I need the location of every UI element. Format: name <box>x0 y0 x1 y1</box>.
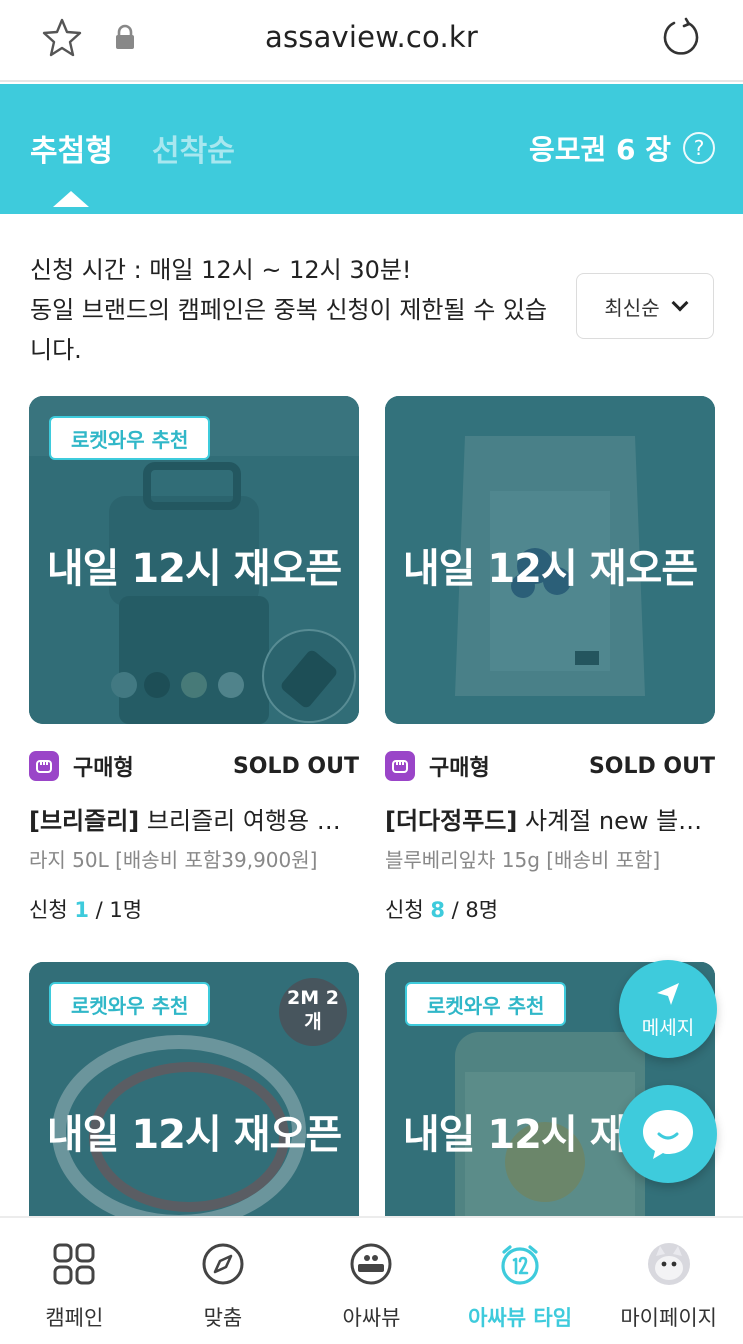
total-count: / 1명 <box>95 898 143 922</box>
url-text[interactable]: assaview.co.kr <box>0 20 743 54</box>
product-name: 사계절 new 블루베리잎차 <box>524 807 715 835</box>
total-count: / 8명 <box>451 898 499 922</box>
tab-first-come[interactable]: 선착순 <box>152 126 235 170</box>
sort-label: 최신순 <box>604 295 660 320</box>
sort-dropdown[interactable]: 최신순 <box>576 273 714 339</box>
recommend-badge: 로켓와우 추천 <box>405 982 567 1026</box>
notice-text: 신청 시간 : 매일 12시 ~ 12시 30분! 동일 브랜드의 캠페인은 중… <box>30 250 550 370</box>
notice-line-1: 신청 시간 : 매일 12시 ~ 12시 30분! <box>30 256 412 284</box>
send-icon <box>657 982 679 1005</box>
nav-label: 마이페이지 <box>620 1306 717 1330</box>
grid-icon <box>50 1240 98 1288</box>
notice-line-2: 동일 브랜드의 캠페인은 중복 신청이 제한될 수 있습니다. <box>30 296 548 364</box>
compass-icon <box>199 1240 247 1288</box>
chat-button[interactable] <box>619 1085 717 1183</box>
tab-lottery[interactable]: 추첨형 <box>30 126 113 170</box>
brand-name: [더다정푸드] <box>385 807 518 835</box>
nav-label: 아싸뷰 <box>342 1306 401 1330</box>
applied-count: 1 <box>74 898 89 922</box>
apply-prefix: 신청 <box>385 898 424 922</box>
status-badge: SOLD OUT <box>232 753 359 779</box>
reload-icon[interactable] <box>660 16 702 58</box>
entry-tickets[interactable]: 응모권 6 장 ? <box>529 128 715 168</box>
nav-label: 맞춤 <box>203 1306 243 1330</box>
card-type-row: 구매형 SOLD OUT <box>385 751 715 781</box>
brand-name: [브리즐리] <box>29 807 140 835</box>
campaign-thumbnail[interactable]: 로켓와우 추천 내일 12시 재오픈 <box>29 396 359 724</box>
campaign-title[interactable]: [더다정푸드] 사계절 new 블루베리잎차 <box>385 801 715 836</box>
view-logo-icon <box>347 1240 395 1288</box>
active-tab-indicator <box>53 191 89 207</box>
campaign-thumbnail[interactable]: 로켓와우 추천 2M 2개 내일 12시 재오픈 <box>29 962 359 1216</box>
nav-item-custom[interactable]: 맞춤 <box>149 1218 298 1344</box>
apply-count: 신청 8 / 8명 <box>385 894 498 924</box>
chevron-down-icon <box>671 294 689 312</box>
tickets-label: 응모권 6 장 <box>528 133 671 166</box>
reopen-text: 내일 12시 재오픈 <box>402 546 698 592</box>
nav-label: 아싸뷰 타임 <box>468 1306 573 1330</box>
recommend-badge: 로켓와우 추천 <box>49 982 211 1026</box>
bottom-nav: 캠페인 맞춤 아싸뷰 아싸뷰 타임 마이페이지 <box>0 1216 743 1344</box>
campaign-subtitle: 블루베리잎차 15g [배송비 포함] <box>385 848 661 872</box>
reopen-text: 내일 12시 재오픈 <box>46 1112 342 1158</box>
nav-item-assaview[interactable]: 아싸뷰 <box>297 1218 446 1344</box>
chat-bubble-icon <box>643 1110 693 1159</box>
nav-item-assaview-time[interactable]: 아싸뷰 타임 <box>446 1218 595 1344</box>
applied-count: 8 <box>430 898 445 922</box>
reopen-text: 내일 12시 재오픈 <box>46 546 342 592</box>
purchase-type-icon <box>385 751 415 781</box>
status-badge: SOLD OUT <box>588 753 715 779</box>
message-label: 메세지 <box>641 1016 695 1039</box>
message-button[interactable]: 메세지 <box>619 960 717 1058</box>
apply-count: 신청 1 / 1명 <box>29 894 142 924</box>
purchase-type-icon <box>29 751 59 781</box>
campaign-title[interactable]: [브리즐리] 브리즐리 여행용 캐리어 <box>29 801 359 836</box>
campaign-type: 구매형 <box>429 756 490 781</box>
nav-label: 캠페인 <box>45 1306 104 1330</box>
recommend-badge: 로켓와우 추천 <box>49 416 211 460</box>
campaign-type: 구매형 <box>73 756 134 781</box>
campaign-card[interactable]: 로켓와우 추천 내일 12시 재오픈 구매형 SOLD OUT [브리즐리] 브… <box>29 396 359 926</box>
card-type-row: 구매형 SOLD OUT <box>29 751 359 781</box>
profile-avatar <box>645 1240 693 1288</box>
campaign-card[interactable]: 로켓와우 추천 2M 2개 내일 12시 재오픈 <box>29 962 359 1216</box>
apply-prefix: 신청 <box>29 898 68 922</box>
nav-item-mypage[interactable]: 마이페이지 <box>594 1218 743 1344</box>
campaign-thumbnail[interactable]: 내일 12시 재오픈 <box>385 396 715 724</box>
timer-12-icon <box>496 1240 544 1288</box>
campaign-card[interactable]: 내일 12시 재오픈 구매형 SOLD OUT [더다정푸드] 사계절 new … <box>385 396 715 926</box>
nav-item-campaign[interactable]: 캠페인 <box>0 1218 149 1344</box>
campaign-subtitle: 라지 50L [배송비 포함39,900원] <box>29 848 318 872</box>
quantity-corner-label: 2M 2개 <box>287 987 339 1033</box>
product-name: 브리즐리 여행용 캐리어 <box>146 807 359 835</box>
help-icon[interactable]: ? <box>683 132 715 164</box>
browser-bar: assaview.co.kr <box>0 0 743 82</box>
campaign-header: 추첨형 선착순 응모권 6 장 ? <box>0 84 743 214</box>
